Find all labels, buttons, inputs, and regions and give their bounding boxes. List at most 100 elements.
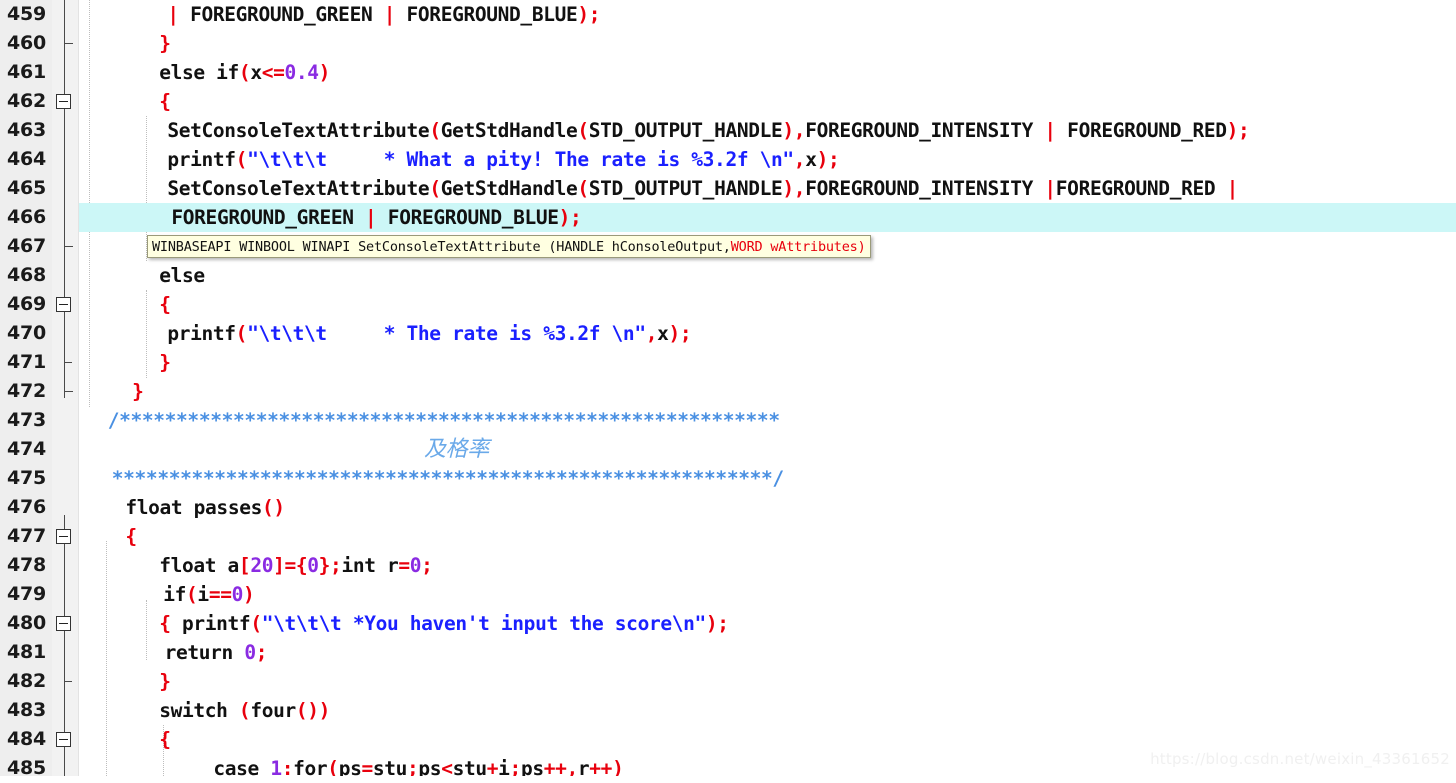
code-text-area[interactable]: | FOREGROUND_GREEN | FOREGROUND_BLUE);} e…	[79, 0, 1456, 776]
code-token: )	[612, 757, 624, 776]
code-token: (	[235, 322, 248, 345]
code-token: );	[668, 322, 692, 345]
code-line[interactable]: }	[79, 29, 1456, 58]
code-line[interactable]: { printf("\t\t\t *You haven't input the …	[79, 609, 1456, 638]
code-token: {	[159, 90, 171, 113]
code-token: ++,	[543, 757, 579, 776]
code-token: }	[159, 670, 171, 693]
code-line[interactable]: /***************************************…	[79, 406, 1456, 435]
code-line[interactable]: {	[79, 522, 1456, 551]
fold-collapse-box[interactable]	[56, 616, 71, 631]
line-number: 480	[6, 612, 46, 634]
line-number: 478	[6, 554, 46, 576]
code-line[interactable]: return 0;	[79, 638, 1456, 667]
line-number: 484	[6, 728, 46, 750]
code-token: ]={	[273, 554, 308, 577]
code-line[interactable]: else	[79, 261, 1456, 290]
code-token: ++	[589, 757, 613, 776]
code-line[interactable]: SetConsoleTextAttribute(GetStdHandle(STD…	[79, 174, 1456, 203]
fold-collapse-box[interactable]	[56, 297, 71, 312]
code-token: float passes	[125, 496, 262, 519]
code-token: ),	[782, 177, 806, 200]
fold-collapse-box[interactable]	[56, 732, 71, 747]
code-token: FOREGROUND_INTENSITY	[805, 177, 1045, 200]
code-token: * What a pity! The rate is %3.2f \n"	[326, 148, 794, 171]
code-token: for	[293, 757, 328, 776]
code-token: * The rate is %3.2f \n"	[326, 322, 646, 345]
code-token: ps	[418, 757, 442, 776]
code-token: x	[805, 148, 817, 171]
code-token: FOREGROUND_BLUE	[395, 3, 578, 26]
code-token: [	[238, 554, 251, 577]
line-number: 471	[6, 351, 46, 373]
code-token: r	[577, 757, 590, 776]
code-line[interactable]: printf("\t\t\t * The rate is %3.2f \n",x…	[79, 319, 1456, 348]
code-token: (	[235, 148, 248, 171]
line-number: 477	[6, 525, 46, 547]
line-number: 473	[6, 409, 46, 431]
code-token: ;	[509, 757, 522, 776]
code-token: <=	[261, 61, 285, 84]
code-line[interactable]: {	[79, 87, 1456, 116]
code-token: 0	[231, 583, 244, 606]
code-line[interactable]: }	[79, 377, 1456, 406]
tooltip-text: WINBASEAPI WINBOOL WINAPI SetConsoleText…	[152, 239, 731, 255]
line-number: 461	[6, 61, 46, 83]
code-token: }	[159, 32, 171, 55]
tooltip-text: WORD wAttributes)	[730, 239, 866, 255]
code-line[interactable]: SetConsoleTextAttribute(GetStdHandle(STD…	[79, 116, 1456, 145]
code-token: else	[159, 264, 205, 287]
code-token: |	[167, 3, 179, 26]
line-number: 483	[6, 699, 46, 721]
code-token: (	[238, 699, 251, 722]
code-token: ,	[645, 322, 658, 345]
code-line[interactable]: float a[20]={0};int r=0;	[79, 551, 1456, 580]
code-token: SetConsoleTextAttribute	[167, 177, 430, 200]
code-folding-margin[interactable]	[52, 0, 79, 776]
code-line[interactable]: | FOREGROUND_GREEN | FOREGROUND_BLUE);	[79, 0, 1456, 29]
code-token: {	[125, 525, 137, 548]
code-line[interactable]: }	[79, 348, 1456, 377]
code-token: 1	[270, 757, 282, 776]
code-line[interactable]: else if(x<=0.4)	[79, 58, 1456, 87]
line-number: 469	[6, 293, 46, 315]
code-line[interactable]: ****************************************…	[79, 464, 1456, 493]
code-token: FOREGROUND_RED	[1055, 177, 1227, 200]
code-line[interactable]: }	[79, 667, 1456, 696]
code-token: +	[486, 757, 499, 776]
code-token: GetStdHandle	[440, 177, 578, 200]
code-token: <	[441, 757, 453, 776]
code-token: SetConsoleTextAttribute	[167, 119, 430, 142]
fold-collapse-box[interactable]	[56, 94, 71, 109]
code-line[interactable]: {	[79, 290, 1456, 319]
fold-collapse-box[interactable]	[56, 529, 71, 544]
fold-tick	[64, 362, 72, 363]
code-token: 0.4	[284, 61, 319, 84]
code-token: {	[159, 293, 171, 316]
code-line[interactable]: float passes()	[79, 493, 1456, 522]
code-token: x	[250, 61, 262, 84]
line-number: 460	[6, 32, 46, 54]
code-line[interactable]: FOREGROUND_GREEN | FOREGROUND_BLUE);	[79, 203, 1456, 232]
function-signature-tooltip: WINBASEAPI WINBOOL WINAPI SetConsoleText…	[147, 235, 871, 258]
code-token: "\t\t\t	[247, 148, 327, 171]
code-token: STD_OUTPUT_HANDLE	[588, 177, 783, 200]
code-token: );	[705, 612, 729, 635]
code-token: |	[365, 206, 377, 229]
code-token: ),	[782, 119, 806, 142]
code-token: four	[250, 699, 296, 722]
line-number: 470	[6, 322, 46, 344]
code-line[interactable]: if(i==0)	[79, 580, 1456, 609]
code-token: "\t\t\t	[247, 322, 327, 345]
code-line[interactable]: printf("\t\t\t * What a pity! The rate i…	[79, 145, 1456, 174]
code-token: STD_OUTPUT_HANDLE	[588, 119, 783, 142]
code-token: FOREGROUND_BLUE	[376, 206, 559, 229]
code-token: 0	[409, 554, 422, 577]
line-number: 482	[6, 670, 46, 692]
line-number: 459	[6, 3, 46, 25]
code-token: ****************************************…	[111, 467, 784, 490]
code-token: ()	[262, 496, 285, 519]
code-line[interactable]: 及格率	[79, 435, 1456, 464]
code-line[interactable]: switch (four())	[79, 696, 1456, 725]
code-token: (	[577, 119, 589, 142]
